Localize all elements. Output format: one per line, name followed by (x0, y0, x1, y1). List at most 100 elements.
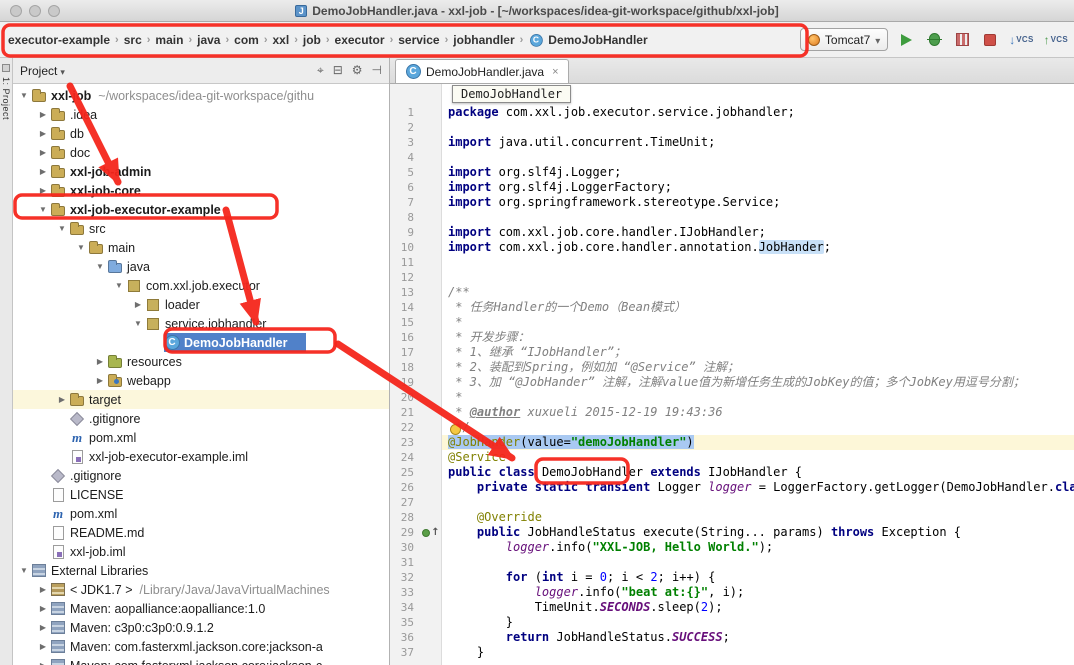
minimize-window-button[interactable] (29, 5, 41, 17)
editor-body[interactable]: DemoJobHandler 1package com.xxl.job.exec… (390, 84, 1074, 665)
code-line-14[interactable]: 14 * 任务Handler的一个Demo（Bean模式） (390, 300, 1074, 315)
code-line-12[interactable]: 12 (390, 270, 1074, 285)
chevron-expanded-icon[interactable]: ▼ (93, 262, 107, 271)
intention-bulb-icon[interactable] (450, 424, 461, 435)
tree-item-resources[interactable]: ▶resources (13, 352, 389, 371)
breadcrumb-item-service[interactable]: service (394, 31, 443, 49)
code-line-31[interactable]: 31 (390, 555, 1074, 570)
code-line-19[interactable]: 19 * 3、加 “@JobHander” 注解，注解value值为新增任务生成… (390, 375, 1074, 390)
tree-item-gitignore[interactable]: .gitignore (13, 409, 389, 428)
code-line-1[interactable]: 1package com.xxl.job.executor.service.jo… (390, 105, 1074, 120)
code-line-26[interactable]: 26 private static transient Logger logge… (390, 480, 1074, 495)
chevron-collapsed-icon[interactable]: ▶ (36, 110, 50, 119)
tree-item-jdk1-7[interactable]: ▶< JDK1.7 >/Library/Java/JavaVirtualMach… (13, 580, 389, 599)
hide-icon[interactable]: ⊣ (372, 63, 382, 78)
code-line-36[interactable]: 36 return JobHandleStatus.SUCCESS; (390, 630, 1074, 645)
chevron-collapsed-icon[interactable]: ▶ (93, 357, 107, 366)
tree-item-com-xxl-job-executor[interactable]: ▼com.xxl.job.executor (13, 276, 389, 295)
collapse-all-icon[interactable]: ⊟ (333, 63, 343, 78)
breadcrumb-item-executor-example[interactable]: executor-example (4, 31, 114, 49)
tree-item-loader[interactable]: ▶loader (13, 295, 389, 314)
code-line-6[interactable]: 6import org.slf4j.LoggerFactory; (390, 180, 1074, 195)
code-line-5[interactable]: 5import org.slf4j.Logger; (390, 165, 1074, 180)
chevron-expanded-icon[interactable]: ▼ (74, 243, 88, 252)
tree-item-xxl-job-admin[interactable]: ▶xxl-job-admin (13, 162, 389, 181)
code-line-27[interactable]: 27 (390, 495, 1074, 510)
code-line-33[interactable]: 33 logger.info("beat at:{}", i); (390, 585, 1074, 600)
code-line-37[interactable]: 37 } (390, 645, 1074, 660)
chevron-collapsed-icon[interactable]: ▶ (131, 300, 145, 309)
breadcrumb-item-jobhandler[interactable]: jobhandler (449, 31, 518, 49)
tree-item-db[interactable]: ▶db (13, 124, 389, 143)
tab-demojobhandler-java[interactable]: DemoJobHandler.java (395, 59, 569, 83)
chevron-collapsed-icon[interactable]: ▶ (36, 129, 50, 138)
code-line-28[interactable]: 28 @Override (390, 510, 1074, 525)
tree-item-xxl-job-executor-example[interactable]: ▼xxl-job-executor-example (13, 200, 389, 219)
code-line-21[interactable]: 21 * @author xuxueli 2015-12-19 19:43:36 (390, 405, 1074, 420)
run-configuration-select[interactable]: Tomcat7 (800, 28, 888, 51)
code-line-20[interactable]: 20 * (390, 390, 1074, 405)
code-line-23[interactable]: 23@JobHander(value="demoJobHandler") (390, 435, 1074, 450)
code-line-9[interactable]: 9import com.xxl.job.core.handler.IJobHan… (390, 225, 1074, 240)
tool-window-stripe[interactable]: 1: Project (0, 58, 13, 665)
code-line-3[interactable]: 3import java.util.concurrent.TimeUnit; (390, 135, 1074, 150)
code-line-22[interactable]: 22 */ (390, 420, 1074, 435)
chevron-collapsed-icon[interactable]: ▶ (36, 661, 50, 665)
debug-button[interactable] (925, 30, 943, 50)
tree-item-demojobhandler[interactable]: DemoJobHandler (13, 333, 389, 352)
code-line-4[interactable]: 4 (390, 150, 1074, 165)
breadcrumb-item-xxl[interactable]: xxl (269, 31, 294, 49)
chevron-expanded-icon[interactable]: ▼ (131, 319, 145, 328)
code-line-30[interactable]: 30 logger.info("XXL-JOB, Hello World."); (390, 540, 1074, 555)
code-line-24[interactable]: 24@Service (390, 450, 1074, 465)
tree-item-src[interactable]: ▼src (13, 219, 389, 238)
code-line-15[interactable]: 15 * (390, 315, 1074, 330)
code-line-29[interactable]: 29↑ public JobHandleStatus execute(Strin… (390, 525, 1074, 540)
tree-item-maven-com-fasterxml-jackson-core-jackson-a[interactable]: ▶Maven: com.fasterxml.jackson.core:jacks… (13, 637, 389, 656)
code-line-2[interactable]: 2 (390, 120, 1074, 135)
tree-item-readme-md[interactable]: README.md (13, 523, 389, 542)
chevron-collapsed-icon[interactable]: ▶ (36, 167, 50, 176)
zoom-window-button[interactable] (48, 5, 60, 17)
code-line-17[interactable]: 17 * 1、继承 “IJobHandler”； (390, 345, 1074, 360)
tree-item-service-jobhandler[interactable]: ▼service.jobhandler (13, 314, 389, 333)
chevron-expanded-icon[interactable]: ▼ (55, 224, 69, 233)
code-line-7[interactable]: 7import org.springframework.stereotype.S… (390, 195, 1074, 210)
tree-item-license[interactable]: LICENSE (13, 485, 389, 504)
tree-item-external-libraries[interactable]: ▼External Libraries (13, 561, 389, 580)
tree-item-idea[interactable]: ▶.idea (13, 105, 389, 124)
breadcrumb-item-main[interactable]: main (151, 31, 187, 49)
chevron-collapsed-icon[interactable]: ▶ (36, 642, 50, 651)
chevron-collapsed-icon[interactable]: ▶ (36, 186, 50, 195)
tree-item-xxl-job[interactable]: ▼xxl-job~/workspaces/idea-git-workspace/… (13, 86, 389, 105)
breadcrumb-item-com[interactable]: com (230, 31, 263, 49)
code-line-16[interactable]: 16 * 开发步骤： (390, 330, 1074, 345)
chevron-expanded-icon[interactable]: ▼ (36, 205, 50, 214)
override-gutter-icon[interactable]: ↑ (431, 528, 439, 538)
chevron-collapsed-icon[interactable]: ▶ (36, 585, 50, 594)
breadcrumb-item-demojobhandler[interactable]: DemoJobHandler (524, 30, 651, 50)
tree-item-target[interactable]: ▶target (13, 390, 389, 409)
vcs-commit-button[interactable]: VCS (1044, 30, 1068, 50)
chevron-collapsed-icon[interactable]: ▶ (36, 623, 50, 632)
tab-close-icon[interactable] (552, 66, 558, 78)
stop-button[interactable] (981, 30, 999, 50)
coverage-button[interactable] (953, 30, 971, 50)
tree-item-maven-com-fasterxml-jackson-core-jackson-c[interactable]: ▶Maven: com.fasterxml.jackson.core:jacks… (13, 656, 389, 665)
code-line-34[interactable]: 34 TimeUnit.SECONDS.sleep(2); (390, 600, 1074, 615)
breadcrumb-item-java[interactable]: java (193, 31, 224, 49)
tree-item-doc[interactable]: ▶doc (13, 143, 389, 162)
tree-item-webapp[interactable]: ▶webapp (13, 371, 389, 390)
code-line-8[interactable]: 8 (390, 210, 1074, 225)
chevron-expanded-icon[interactable]: ▼ (112, 281, 126, 290)
breadcrumb-item-job[interactable]: job (299, 31, 325, 49)
tree-item-xxl-job-core[interactable]: ▶xxl-job-core (13, 181, 389, 200)
locate-icon[interactable]: ⌖ (317, 63, 324, 78)
run-button[interactable] (897, 30, 915, 50)
tree-item-maven-c3p0-c3p0-0-9-1-2[interactable]: ▶Maven: c3p0:c3p0:0.9.1.2 (13, 618, 389, 637)
chevron-expanded-icon[interactable]: ▼ (17, 566, 31, 575)
tree-item-java[interactable]: ▼java (13, 257, 389, 276)
code-line-35[interactable]: 35 } (390, 615, 1074, 630)
tree-item-pom-xml[interactable]: pom.xml (13, 504, 389, 523)
vcs-update-button[interactable]: VCS (1009, 30, 1033, 50)
